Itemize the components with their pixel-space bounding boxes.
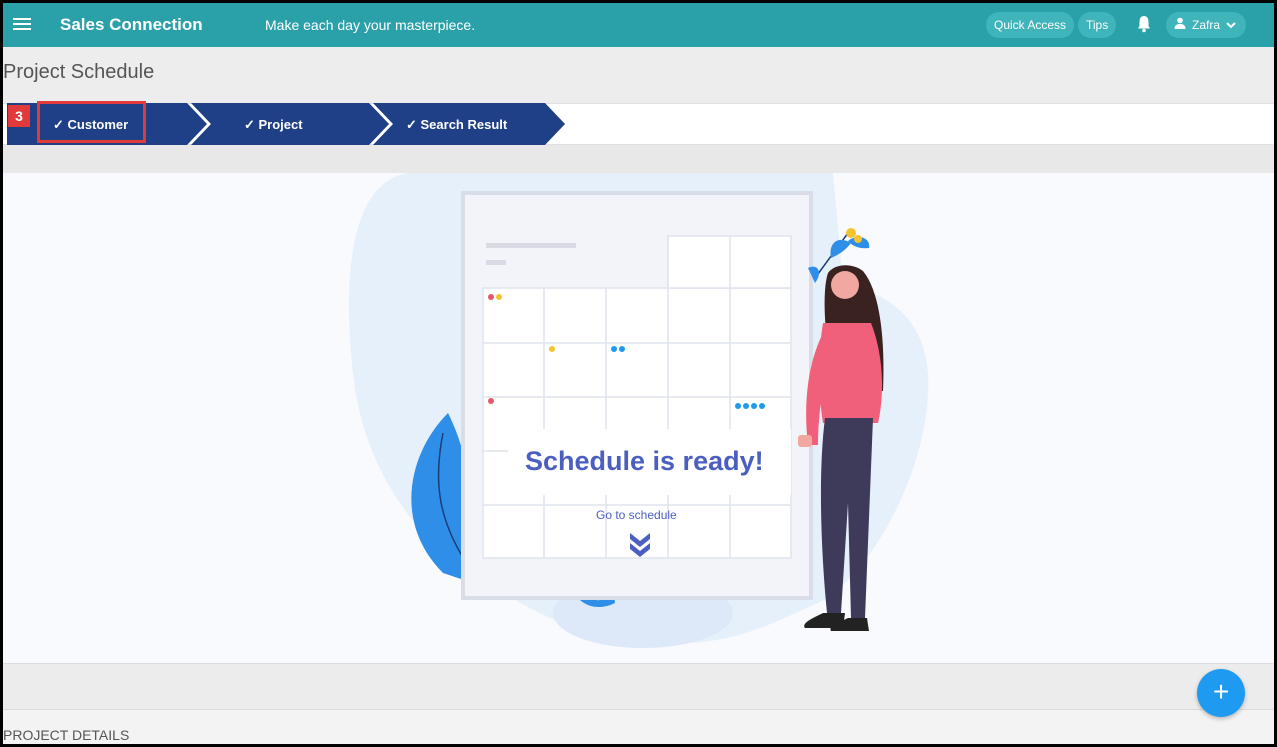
go-to-schedule-link[interactable]: Go to schedule — [596, 508, 677, 522]
chevron-down-icon — [1226, 12, 1236, 38]
quick-access-button[interactable]: Quick Access — [986, 12, 1075, 38]
section-divider — [3, 145, 1274, 173]
user-name: Zafra — [1192, 18, 1221, 32]
user-icon — [1174, 12, 1186, 38]
hamburger-menu-icon[interactable] — [13, 15, 31, 35]
app-window: Sales Connection Make each day your mast… — [3, 3, 1274, 744]
step-number-badge: 3 — [8, 105, 30, 127]
notification-bell-icon[interactable] — [1137, 15, 1151, 38]
schedule-ready-panel: Schedule is ready! Go to schedule — [3, 173, 1274, 663]
tips-button[interactable]: Tips — [1078, 12, 1117, 38]
page-title: Project Schedule — [3, 61, 155, 83]
add-button[interactable]: + — [1197, 669, 1245, 717]
schedule-ready-card: Schedule is ready! — [508, 429, 791, 495]
step-project-label[interactable]: ✓ Project — [244, 117, 303, 133]
schedule-illustration — [348, 173, 929, 648]
schedule-ready-heading: Schedule is ready! — [525, 446, 764, 476]
tagline: Make each day your masterpiece. — [265, 17, 476, 33]
project-details-section: PROJECT DETAILS — [3, 709, 1274, 744]
app-title[interactable]: Sales Connection — [60, 15, 203, 35]
section-divider-bottom — [3, 663, 1274, 709]
user-menu-button[interactable]: Zafra — [1166, 12, 1247, 38]
top-bar: Sales Connection Make each day your mast… — [3, 3, 1274, 47]
step-search-result-label[interactable]: ✓ Search Result — [406, 117, 507, 133]
active-step-highlight — [37, 101, 146, 143]
project-details-title: PROJECT DETAILS — [3, 727, 130, 743]
